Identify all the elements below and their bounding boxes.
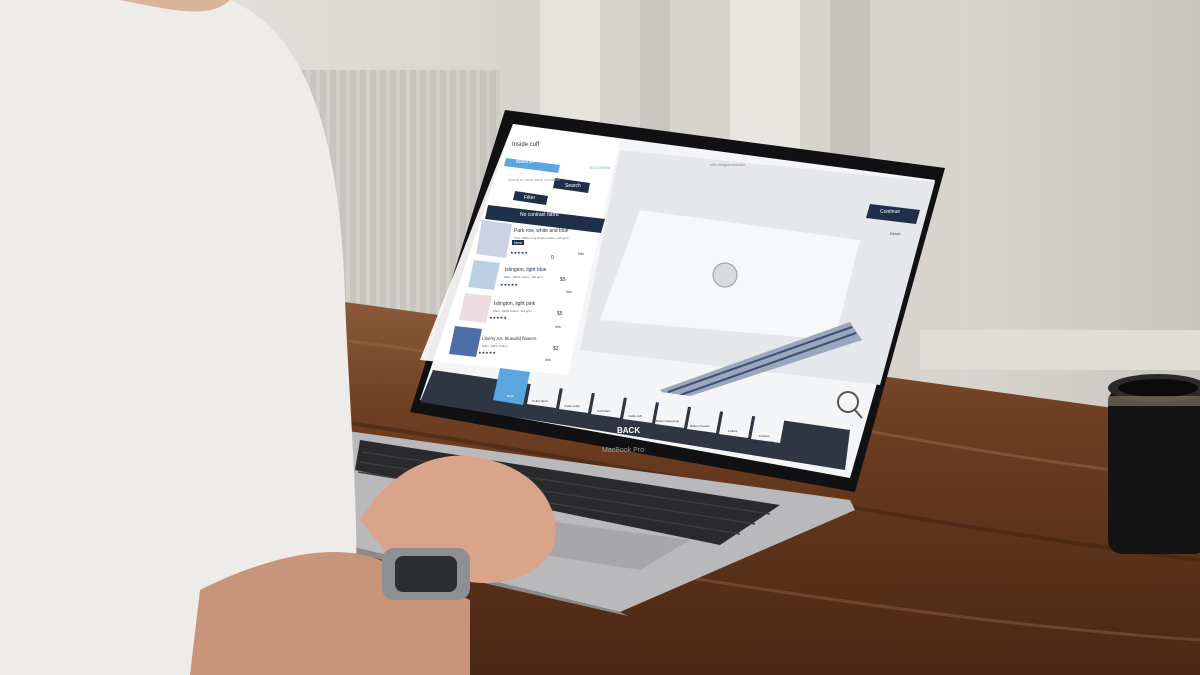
photo-scene (0, 0, 1200, 675)
person-in-white-tshirt (0, 0, 556, 675)
